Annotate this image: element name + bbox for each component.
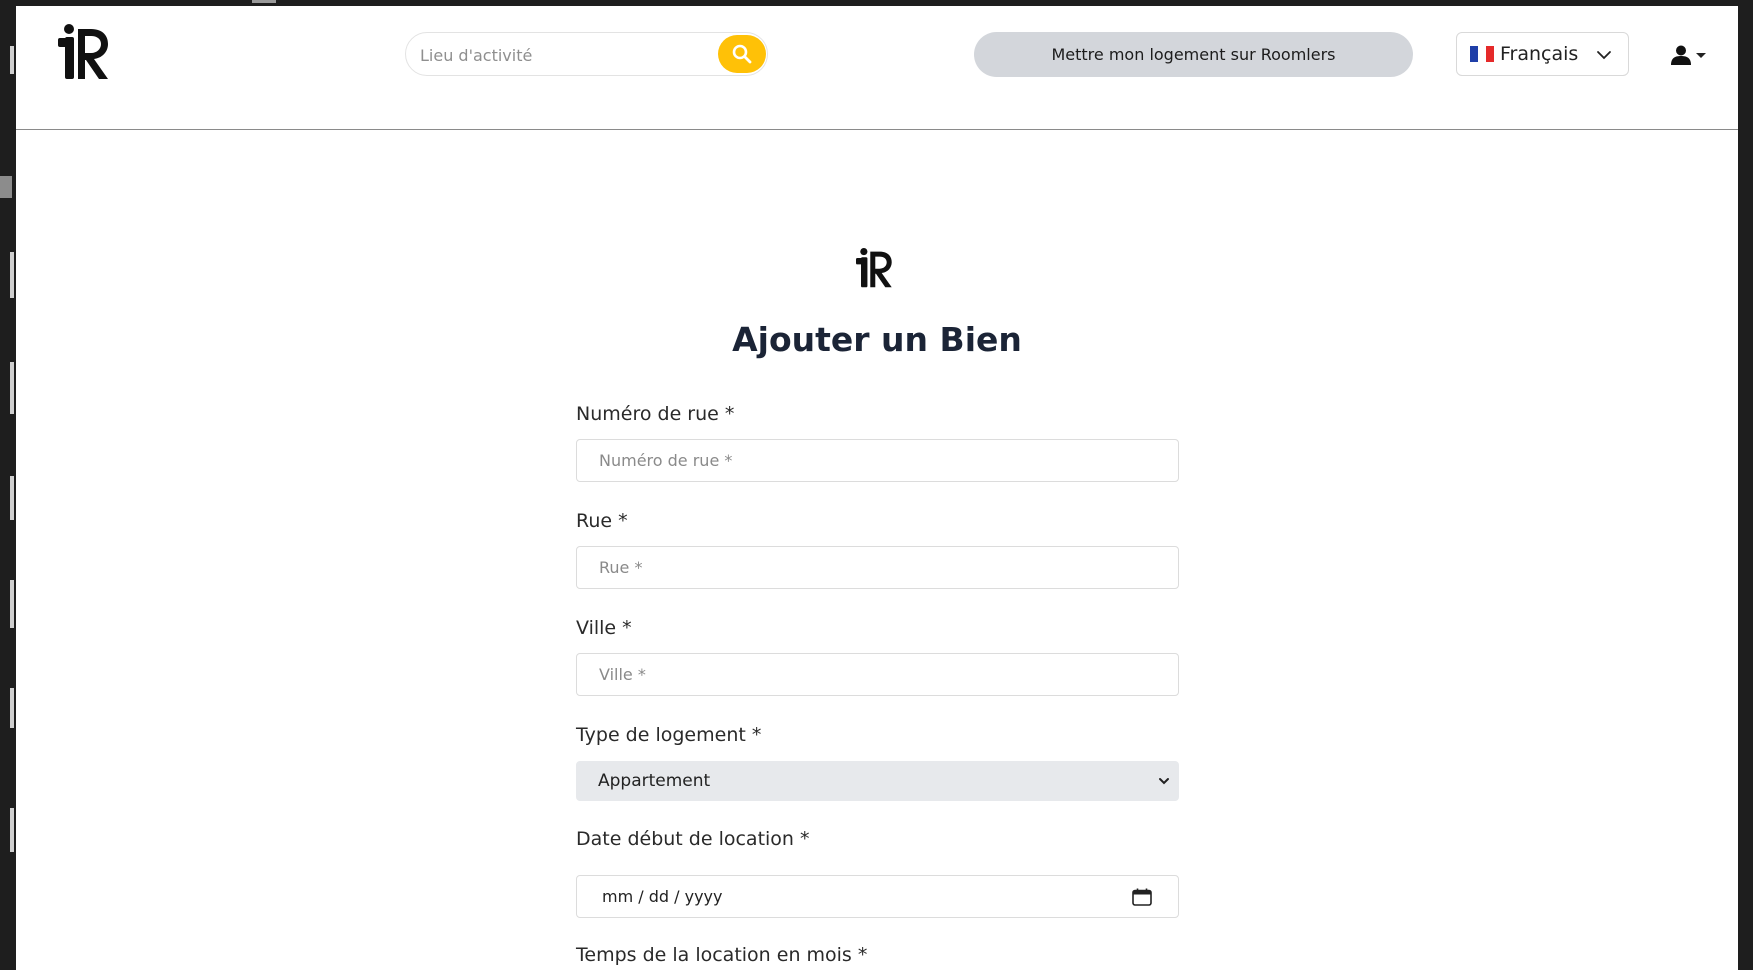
rental-duration-label: Temps de la location en mois * — [576, 944, 868, 966]
roomlers-logo[interactable] — [58, 23, 114, 81]
form-logo — [856, 247, 896, 289]
window-left-edge — [0, 0, 16, 970]
edge-mark — [10, 252, 14, 298]
street-number-field[interactable] — [576, 439, 1179, 482]
start-date-label: Date début de location * — [576, 828, 810, 850]
city-label: Ville * — [576, 617, 632, 639]
calendar-icon[interactable] — [1132, 888, 1152, 906]
housing-type-select[interactable]: Appartement — [576, 761, 1179, 801]
city-field[interactable] — [576, 653, 1179, 696]
language-label: Français — [1500, 43, 1579, 65]
housing-type-value: Appartement — [598, 771, 711, 791]
edge-mark — [0, 176, 12, 198]
roomlers-logo-icon — [856, 248, 892, 288]
start-date-placeholder: mm / dd / yyyy — [602, 887, 723, 906]
edge-mark — [10, 580, 14, 628]
top-navbar: Mettre mon logement sur Roomlers Françai… — [16, 6, 1738, 130]
edge-mark — [10, 362, 14, 414]
window-right-edge — [1738, 0, 1753, 970]
start-date-field[interactable]: mm / dd / yyyy — [576, 875, 1179, 918]
browser-page: Mettre mon logement sur Roomlers Françai… — [16, 6, 1738, 970]
street-label: Rue * — [576, 510, 628, 532]
user-icon — [1671, 45, 1691, 65]
edge-mark — [10, 476, 14, 520]
search-button[interactable] — [718, 35, 766, 73]
chevron-down-icon — [1597, 51, 1611, 60]
housing-type-label: Type de logement * — [576, 724, 762, 746]
edge-mark — [10, 688, 14, 728]
roomlers-logo-icon — [58, 24, 108, 79]
edge-mark — [10, 808, 14, 852]
search-icon — [732, 44, 752, 64]
page-title: Ajouter un Bien — [732, 320, 1022, 359]
language-select[interactable]: Français — [1456, 32, 1629, 76]
caret-down-icon — [1696, 52, 1706, 58]
user-menu[interactable] — [1671, 43, 1721, 67]
street-field[interactable] — [576, 546, 1179, 589]
street-number-label: Numéro de rue * — [576, 403, 735, 425]
chevron-down-icon — [1159, 778, 1169, 785]
activity-search-input[interactable] — [418, 33, 712, 77]
window-tab-indicator — [252, 0, 276, 3]
edge-mark — [10, 46, 14, 74]
list-property-button[interactable]: Mettre mon logement sur Roomlers — [974, 32, 1413, 77]
flag-fr-icon — [1470, 46, 1494, 62]
activity-search — [405, 32, 768, 77]
